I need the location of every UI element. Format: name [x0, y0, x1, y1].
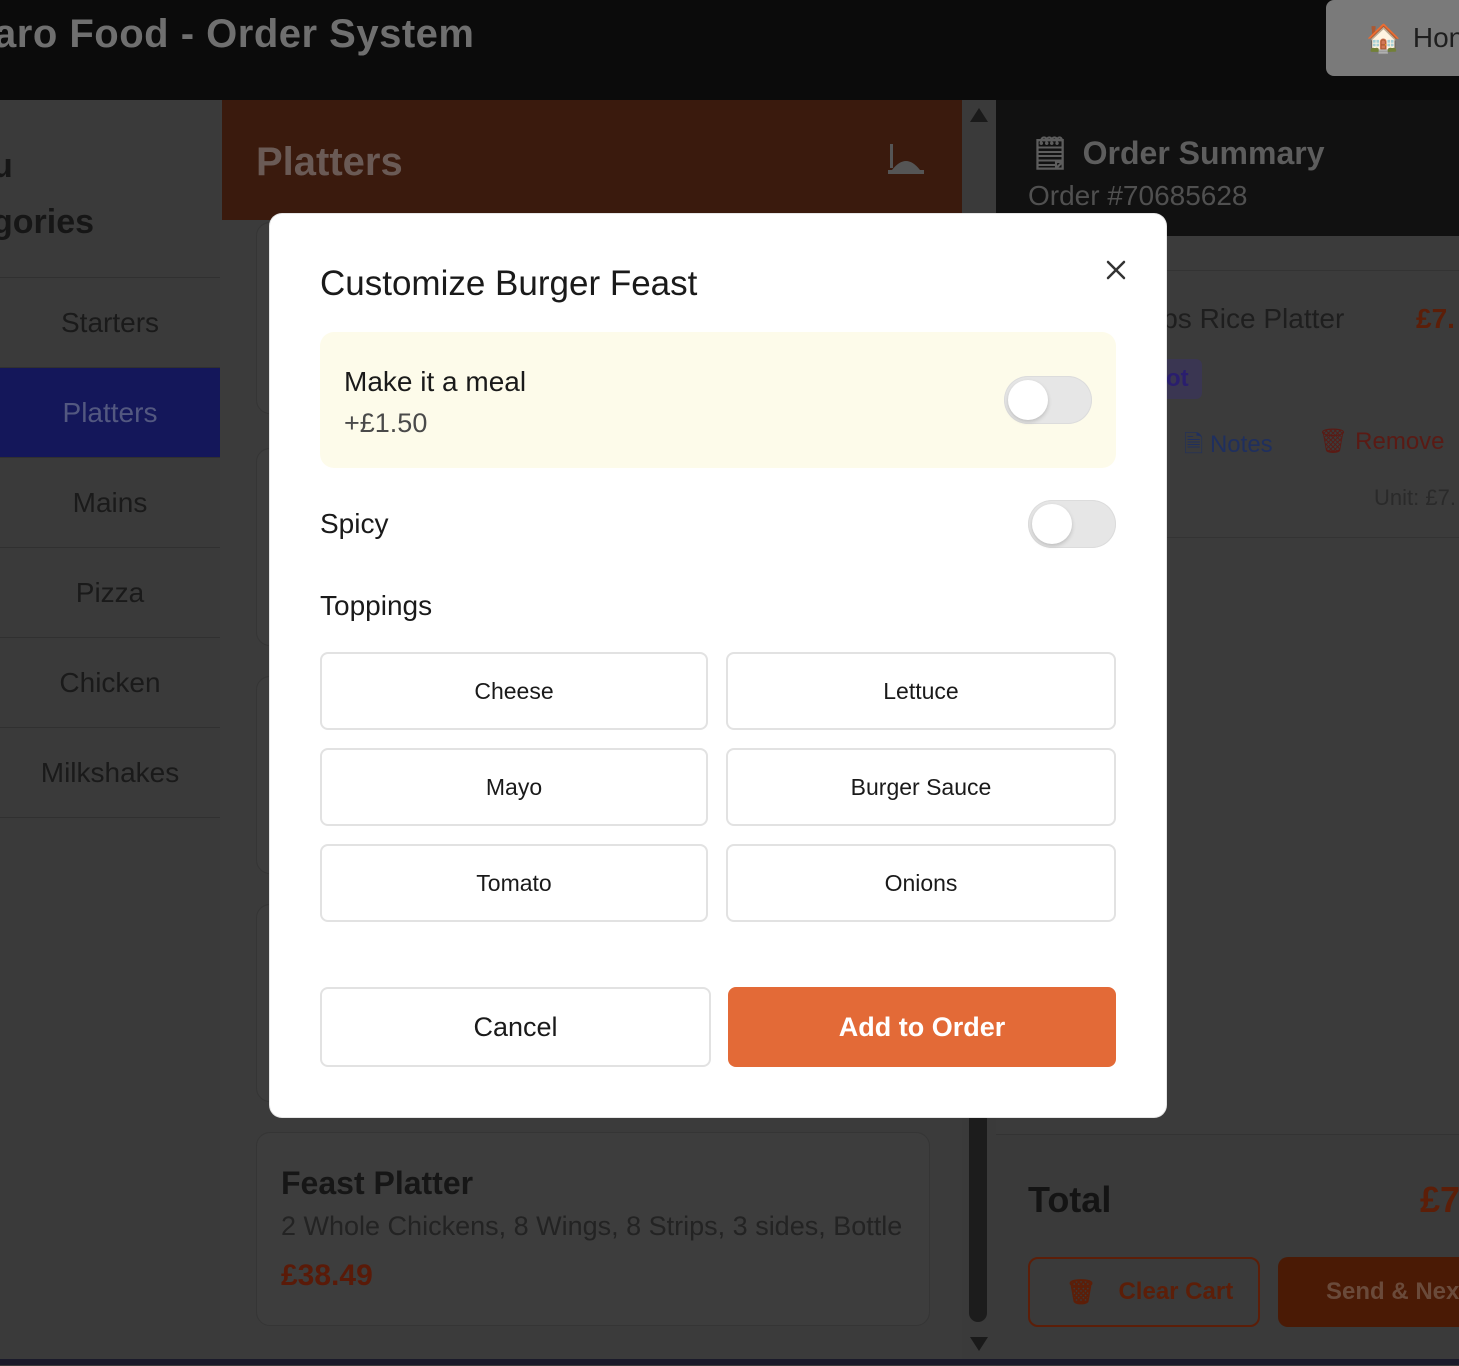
cart-item-name: ips Rice Platter — [1156, 303, 1345, 334]
sidebar-item-starters[interactable]: Starters — [0, 277, 220, 367]
topping-mayo-button[interactable]: Mayo — [320, 748, 708, 826]
meal-toggle[interactable] — [1004, 376, 1092, 424]
total-value: £7 — [1420, 1179, 1459, 1220]
close-icon[interactable] — [1096, 250, 1136, 290]
scroll-up-icon[interactable] — [970, 108, 988, 122]
platter-icon — [888, 144, 924, 174]
sidebar-item-platters[interactable]: Platters — [0, 367, 220, 457]
sidebar-item-chicken[interactable]: Chicken — [0, 637, 220, 727]
scroll-down-icon[interactable] — [970, 1337, 988, 1351]
toggle-knob — [1008, 380, 1048, 420]
bottom-strip — [0, 1359, 1459, 1365]
total-label: Total — [1028, 1179, 1112, 1220]
topping-onions-button[interactable]: Onions — [726, 844, 1116, 922]
section-title: Platters — [256, 140, 403, 184]
topping-tomato-button[interactable]: Tomato — [320, 844, 708, 922]
sidebar-heading-line1: u — [0, 147, 13, 185]
cart-item-notes-button[interactable]: 🗎 Notes — [1184, 427, 1273, 468]
meal-option: Make it a meal +£1.50 — [320, 332, 1116, 468]
order-number: Order #70685628 — [1028, 180, 1248, 211]
meal-price: +£1.50 — [344, 408, 428, 438]
sidebar-item-mains[interactable]: Mains — [0, 457, 220, 547]
notes-label: Notes — [1209, 431, 1273, 458]
sidebar-heading-line2: gories — [0, 203, 95, 241]
total-area: Total £7 🗑 Clear Cart Send & Nex — [996, 1134, 1459, 1366]
section-banner: Platters — [222, 100, 962, 220]
cancel-button[interactable]: Cancel — [320, 987, 711, 1067]
cart-item-unit-price: Unit: £7. — [1374, 485, 1456, 510]
sidebar-item-milkshakes[interactable]: Milkshakes — [0, 727, 220, 818]
spicy-label: Spicy — [320, 508, 389, 539]
receipt-icon: 🗒 — [1030, 135, 1071, 171]
sidebar-heading: u gories — [0, 138, 252, 250]
trash-icon: 🗑 — [1066, 1278, 1097, 1306]
home-label: Hon — [1412, 22, 1459, 53]
document-icon: 🗎 — [1184, 431, 1204, 458]
spicy-toggle[interactable] — [1028, 500, 1116, 548]
modal-title: Customize Burger Feast — [320, 264, 698, 303]
topping-burger-sauce-button[interactable]: Burger Sauce — [726, 748, 1116, 826]
topping-cheese-button[interactable]: Cheese — [320, 652, 708, 730]
cart-item-remove-button[interactable]: 🗑 Remove — [1318, 427, 1445, 456]
app-header: aro Food - Order System 🏠 Hon — [0, 0, 1459, 100]
app-title: aro Food - Order System — [0, 12, 475, 56]
scroll-thumb[interactable] — [969, 1100, 987, 1322]
send-next-button[interactable]: Send & Nex — [1278, 1257, 1459, 1327]
clear-cart-button[interactable]: 🗑 Clear Cart — [1028, 1257, 1260, 1327]
clear-cart-label: Clear Cart — [1118, 1278, 1234, 1305]
toppings-label: Toppings — [320, 590, 433, 621]
menu-card-feast-platter[interactable]: Feast Platter 2 Whole Chickens, 8 Wings,… — [256, 1132, 930, 1326]
topping-lettuce-button[interactable]: Lettuce — [726, 652, 1116, 730]
toggle-knob — [1032, 504, 1072, 544]
menu-card-description: 2 Whole Chickens, 8 Wings, 8 Strips, 3 s… — [281, 1211, 903, 1241]
menu-card-price: £38.49 — [281, 1259, 373, 1292]
customize-modal: Customize Burger Feast Make it a meal +£… — [270, 214, 1166, 1117]
order-summary-title-text: Order Summary — [1082, 134, 1325, 171]
remove-label: Remove — [1355, 428, 1445, 455]
trash-icon: 🗑 — [1318, 428, 1349, 455]
sidebar-item-pizza[interactable]: Pizza — [0, 547, 220, 637]
add-to-order-button[interactable]: Add to Order — [728, 987, 1116, 1067]
home-button[interactable]: 🏠 Hon — [1326, 0, 1459, 76]
cart-item-price: £7. — [1416, 303, 1455, 334]
menu-card-name: Feast Platter — [281, 1165, 474, 1201]
home-icon: 🏠 — [1366, 22, 1401, 54]
meal-label: Make it a meal — [344, 366, 527, 397]
order-summary-title: 🗒 Order Summary — [1030, 134, 1325, 172]
